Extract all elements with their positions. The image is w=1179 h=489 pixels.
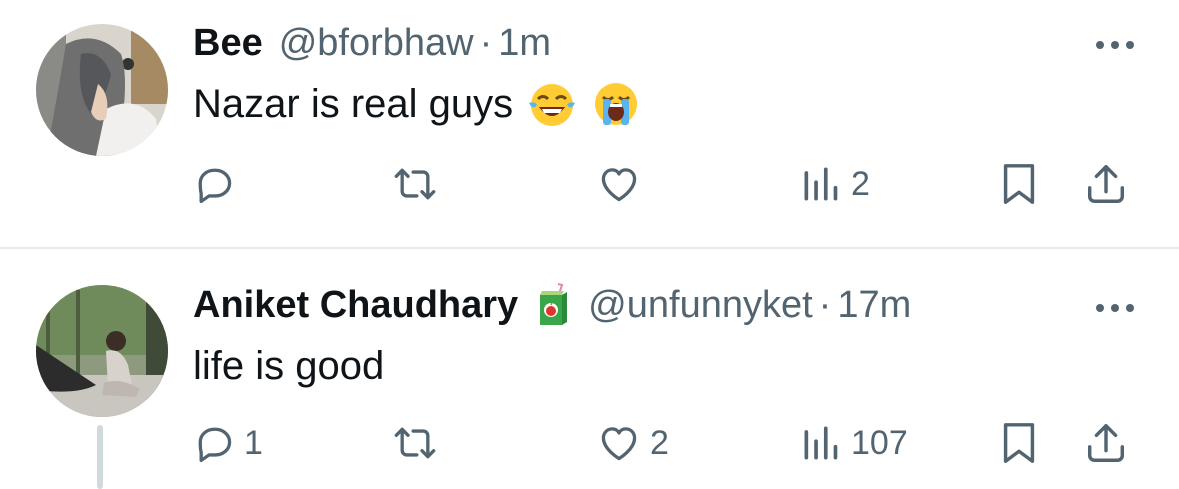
retweet-button[interactable]: [392, 419, 446, 467]
reply-button[interactable]: 1: [192, 419, 263, 467]
share-icon: [1087, 165, 1125, 203]
views-button[interactable]: 107: [799, 419, 908, 467]
tweet[interactable]: Aniket Chaudhary @unfunnyket · 17m life …: [0, 249, 1179, 489]
more-icon[interactable]: [1093, 301, 1137, 315]
heart-icon: [601, 168, 637, 202]
share-button[interactable]: [1083, 160, 1129, 208]
tweet-text-content: life is good: [193, 343, 385, 388]
share-button[interactable]: [1083, 419, 1129, 467]
separator-dot: ·: [818, 283, 832, 326]
timestamp[interactable]: 1m: [498, 22, 551, 65]
display-name[interactable]: Aniket Chaudhary: [193, 284, 518, 327]
tweet-header: Aniket Chaudhary @unfunnyket · 17m: [193, 280, 911, 330]
like-button[interactable]: [596, 160, 650, 208]
user-handle[interactable]: @unfunnyket: [588, 284, 813, 327]
views-count: 107: [851, 423, 908, 462]
timestamp[interactable]: 17m: [837, 284, 911, 327]
face-with-tears-of-joy-emoji: [529, 84, 576, 126]
tweet-text-content: Nazar is real guys: [193, 81, 514, 126]
reply-count: 1: [244, 423, 263, 462]
retweet-icon: [394, 427, 436, 459]
thread-line: [97, 425, 103, 489]
loudly-crying-face-emoji: [595, 83, 638, 125]
separator-dot: ·: [479, 21, 493, 64]
bookmark-icon: [1003, 423, 1035, 463]
retweet-icon: [394, 168, 436, 200]
like-count: 2: [650, 423, 669, 462]
share-icon: [1087, 424, 1125, 462]
like-button[interactable]: 2: [596, 419, 669, 467]
views-count: 2: [851, 164, 870, 203]
views-icon: [804, 426, 838, 460]
heart-icon: [601, 427, 637, 461]
reply-button[interactable]: [192, 160, 244, 208]
more-icon[interactable]: [1093, 38, 1137, 52]
tweet[interactable]: Bee @bforbhaw · 1m Nazar is real guys 2: [0, 0, 1179, 247]
bookmark-icon: [1003, 164, 1035, 204]
reply-icon: [198, 427, 232, 463]
views-button[interactable]: 2: [799, 160, 870, 208]
bookmark-button[interactable]: [999, 419, 1039, 467]
user-handle[interactable]: @bforbhaw: [279, 22, 474, 65]
avatar[interactable]: [36, 285, 168, 417]
retweet-button[interactable]: [392, 160, 446, 208]
tweet-text: Nazar is real guys: [193, 76, 641, 132]
views-icon: [804, 167, 838, 201]
juice-box-emoji: [540, 283, 568, 325]
display-name[interactable]: Bee: [193, 22, 263, 65]
tweet-text: life is good: [193, 338, 384, 394]
reply-icon: [198, 168, 232, 204]
bookmark-button[interactable]: [999, 160, 1039, 208]
tweet-header: Bee @bforbhaw · 1m: [193, 18, 551, 68]
avatar[interactable]: [36, 24, 168, 156]
